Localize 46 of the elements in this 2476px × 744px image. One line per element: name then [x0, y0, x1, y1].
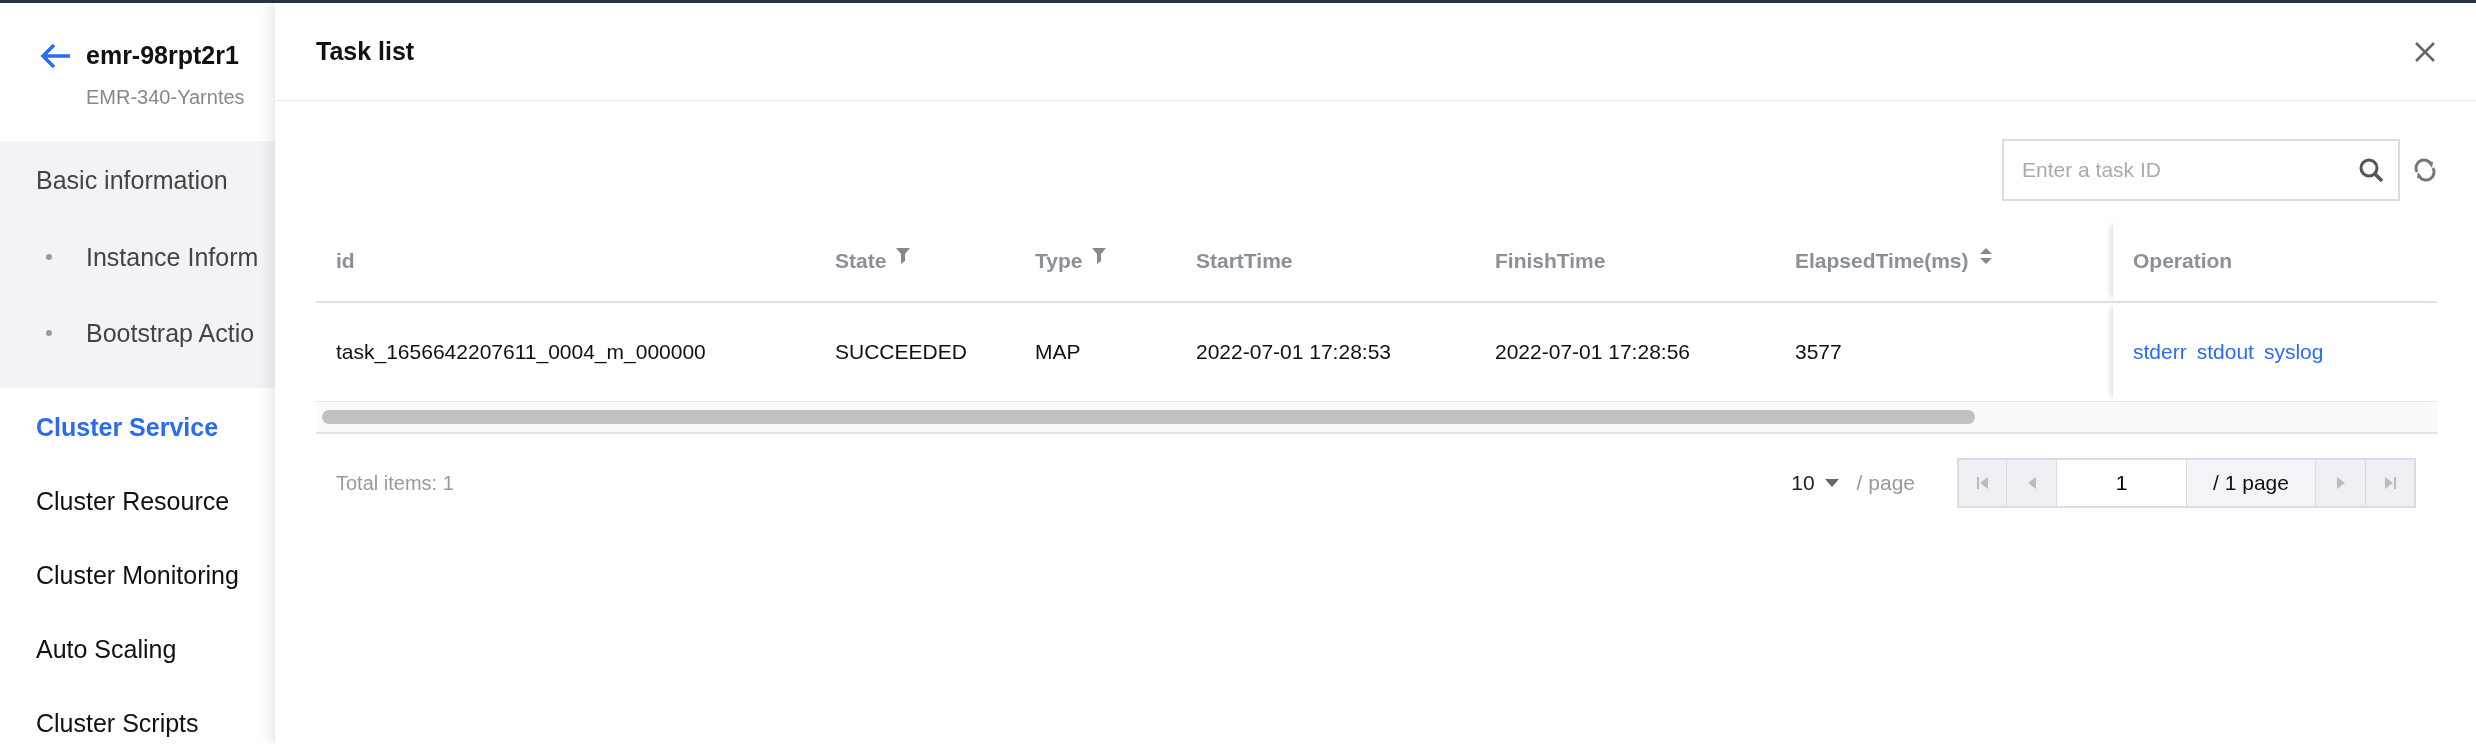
cluster-subtitle: EMR-340-Yarntes: [86, 86, 245, 109]
column-header: FinishTime: [1495, 249, 1606, 273]
column-header: State: [835, 249, 887, 273]
close-icon[interactable]: [2414, 40, 2436, 63]
total-items: Total items: 1: [335, 471, 455, 495]
column-header: ElapsedTime(ms): [1795, 249, 1969, 273]
sidebar-subitem[interactable]: Bootstrap Actio: [86, 318, 255, 348]
table-cell: SUCCEEDED: [835, 340, 967, 364]
panel-title: Task list: [316, 37, 415, 66]
search-icon[interactable]: [2358, 157, 2384, 183]
cluster-title: emr-98rpt2r1: [86, 41, 239, 70]
sidebar-item[interactable]: Auto Scaling: [0, 612, 275, 686]
sort-icon[interactable]: [1978, 248, 1993, 264]
page-count: / 1 page: [2187, 458, 2316, 508]
sidebar-item[interactable]: Cluster Service: [0, 390, 275, 464]
refresh-icon[interactable]: [2412, 157, 2438, 183]
next-page-icon: [2334, 476, 2347, 490]
page-input[interactable]: 1: [2057, 458, 2187, 508]
log-link[interactable]: stdout: [2196, 340, 2254, 364]
sidebar-group[interactable]: Basic information: [0, 141, 264, 219]
filter-icon[interactable]: [1092, 248, 1107, 264]
column-header: Operation: [2133, 249, 2233, 273]
sidebar-item[interactable]: Cluster Monitoring: [0, 538, 275, 612]
first-page-icon: [1976, 476, 1989, 490]
table-cell: MAP: [1035, 340, 1081, 364]
horizontal-scrollbar[interactable]: [316, 402, 2437, 434]
sidebar-subitem[interactable]: Instance Inform: [86, 242, 259, 272]
sidebar-item[interactable]: Cluster Scripts: [0, 686, 275, 744]
column-header: StartTime: [1196, 249, 1293, 273]
log-link[interactable]: stderr: [2133, 340, 2187, 364]
column-header: Type: [1035, 249, 1083, 273]
per-page-label: / page: [1856, 471, 1915, 495]
page-size-dropdown[interactable]: 10: [1785, 470, 1845, 496]
table-cell: 2022-07-01 17:28:56: [1495, 340, 1690, 364]
table-cell: task_1656642207611_0004_m_000000: [336, 340, 706, 364]
last-page-icon: [2384, 476, 2396, 490]
log-link[interactable]: syslog: [2263, 340, 2324, 364]
table-cell: 2022-07-01 17:28:53: [1196, 340, 1391, 364]
back-arrow-icon[interactable]: [40, 42, 72, 69]
scrollbar-thumb[interactable]: [322, 410, 1975, 424]
column-header: id: [336, 249, 355, 273]
sidebar-item[interactable]: Cluster Resource: [0, 464, 275, 538]
search-field[interactable]: Enter a task ID: [2002, 139, 2400, 201]
table-cell: 3577: [1795, 340, 1842, 364]
caret-icon: [1824, 479, 1839, 487]
filter-icon[interactable]: [896, 248, 911, 264]
